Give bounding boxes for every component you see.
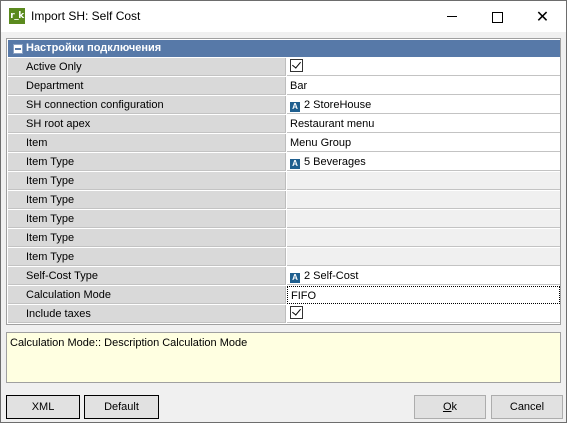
reference-icon: A [290, 159, 300, 169]
property-value-text: Restaurant menu [290, 118, 375, 130]
property-label: Self-Cost Type [8, 267, 286, 285]
property-row[interactable]: Item Type [8, 229, 560, 248]
property-value[interactable]: Bar [287, 77, 560, 95]
property-label: Item Type [8, 153, 286, 171]
property-label: Calculation Mode [8, 286, 286, 304]
property-value-text: Bar [290, 80, 308, 92]
property-label: SH root apex [8, 115, 286, 133]
property-label: Item Type [8, 210, 286, 228]
property-value-text: Menu Group [290, 137, 352, 149]
collapse-icon[interactable] [13, 44, 23, 54]
property-grid: Настройки подключения Active Only Departm… [6, 38, 561, 325]
property-value-text: 5 Beverages [304, 156, 366, 168]
property-value[interactable] [287, 172, 560, 190]
group-header[interactable]: Настройки подключения [8, 40, 560, 57]
property-row[interactable]: Item Type A 5 Beverages [8, 153, 560, 172]
app-icon: r_k [9, 8, 25, 24]
ok-hotkey: O [442, 401, 452, 413]
cancel-button[interactable]: Cancel [491, 395, 563, 419]
property-rows: Active Only Department Bar SH connection co… [8, 58, 560, 324]
default-button[interactable]: Default [84, 395, 159, 419]
dialog-window: r_k Import SH: Self Cost ✕ Настройки под… [0, 0, 567, 423]
close-icon: ✕ [535, 7, 550, 26]
maximize-icon [492, 11, 503, 23]
property-label: Item Type [8, 229, 286, 247]
property-label: Item [8, 134, 286, 152]
property-label: Active Only [8, 58, 286, 76]
property-label: Item Type [8, 191, 286, 209]
property-row[interactable]: Department Bar [8, 77, 560, 96]
property-label: Department [8, 77, 286, 95]
property-value[interactable] [287, 305, 560, 323]
maximize-button[interactable] [475, 1, 520, 32]
property-label: SH connection configuration [8, 96, 286, 114]
property-value-text: 2 Self-Cost [304, 270, 359, 282]
property-row[interactable]: Self-Cost Type A 2 Self-Cost [8, 267, 560, 286]
group-title: Настройки подключения [26, 42, 162, 54]
property-label: Include taxes [8, 305, 286, 323]
property-row[interactable]: SH root apex Restaurant menu [8, 115, 560, 134]
property-value[interactable]: A 2 Self-Cost [287, 267, 560, 285]
reference-icon: A [290, 102, 300, 112]
property-value[interactable] [287, 210, 560, 228]
reference-icon: A [290, 273, 300, 283]
property-value-text: 2 StoreHouse [304, 99, 372, 111]
property-label: Item Type [8, 248, 286, 266]
description-panel: Calculation Mode:: Description Calculati… [6, 332, 561, 383]
close-button[interactable]: ✕ [520, 1, 565, 32]
property-row[interactable]: Calculation Mode FIFO [8, 286, 560, 305]
property-value[interactable]: FIFO [287, 286, 560, 304]
property-value[interactable] [287, 191, 560, 209]
property-value[interactable]: A 5 Beverages [287, 153, 560, 171]
ok-button[interactable]: Ok [414, 395, 486, 419]
xml-button[interactable]: XML [6, 395, 80, 419]
property-value[interactable] [287, 248, 560, 266]
window-title: Import SH: Self Cost [31, 9, 141, 23]
property-value[interactable] [287, 229, 560, 247]
property-row[interactable]: Item Type [8, 210, 560, 229]
property-value[interactable] [287, 58, 560, 76]
property-row[interactable]: Item Type [8, 172, 560, 191]
description-text: Calculation Mode:: Description Calculati… [10, 337, 248, 349]
property-value-text: FIFO [291, 290, 317, 302]
property-value[interactable]: A 2 StoreHouse [287, 96, 560, 114]
checkbox[interactable] [290, 306, 303, 319]
property-row[interactable]: Include taxes [8, 305, 560, 324]
property-row[interactable]: Item Type [8, 248, 560, 267]
property-row[interactable]: Active Only [8, 58, 560, 77]
minimize-button[interactable] [429, 1, 474, 32]
property-value[interactable]: Restaurant menu [287, 115, 560, 133]
property-value[interactable]: Menu Group [287, 134, 560, 152]
property-row[interactable]: Item Menu Group [8, 134, 560, 153]
property-row[interactable]: SH connection configuration A 2 StoreHouse [8, 96, 560, 115]
title-bar[interactable]: r_k Import SH: Self Cost ✕ [1, 1, 566, 32]
property-row[interactable]: Item Type [8, 191, 560, 210]
checkbox[interactable] [290, 59, 303, 72]
minimize-icon [446, 16, 457, 17]
property-label: Item Type [8, 172, 286, 190]
ok-label-rest: k [451, 401, 458, 413]
